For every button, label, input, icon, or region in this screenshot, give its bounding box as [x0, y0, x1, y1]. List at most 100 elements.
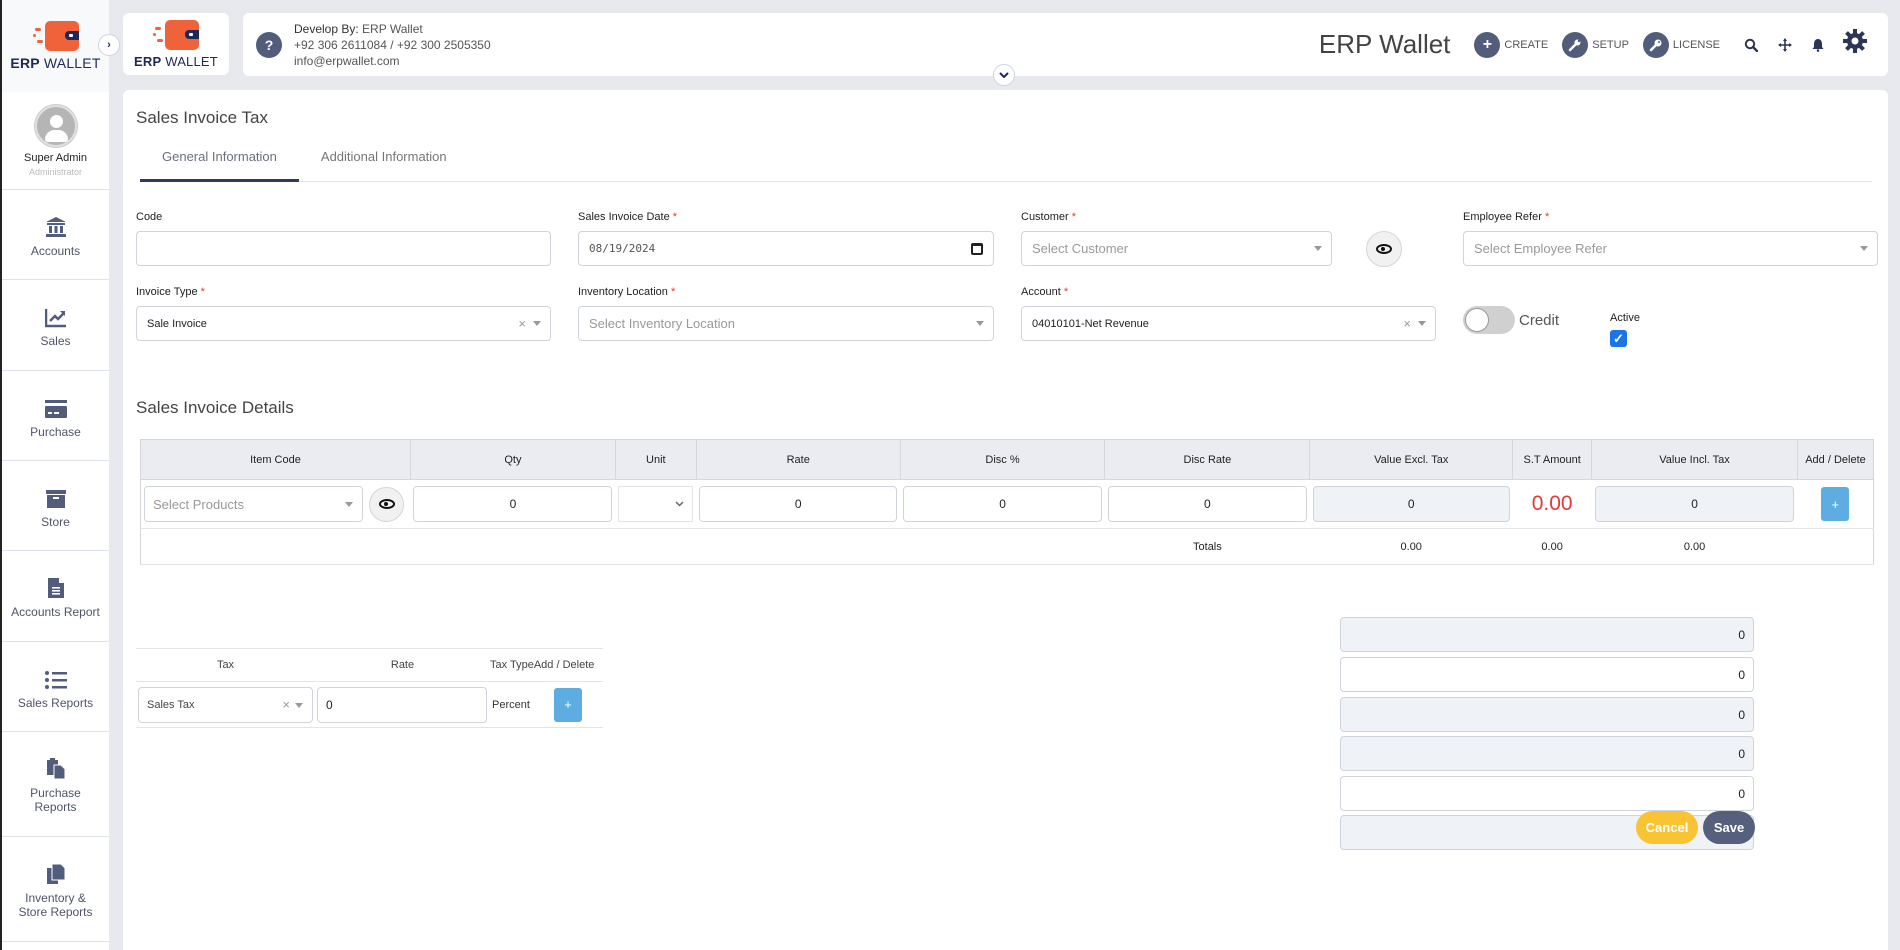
net-total-field: 0 — [1340, 736, 1754, 771]
clear-icon[interactable]: × — [1403, 316, 1411, 331]
logo-text: ERP WALLET — [10, 55, 101, 71]
clear-icon[interactable]: × — [282, 697, 290, 712]
sidebar-item-label: Sales — [40, 334, 71, 348]
view-product-button[interactable] — [369, 486, 404, 522]
tax-rate-input[interactable]: 0 — [317, 686, 487, 723]
value-incl-tax-field: 0 — [1594, 486, 1795, 522]
license-button[interactable]: LICENSE — [1642, 31, 1720, 58]
add-tax-button[interactable]: + — [554, 687, 582, 722]
table-row: Select Products 0 0 0 0 0 0.00 0 + — [140, 479, 1874, 529]
sidebar-item-inventory-store-reports[interactable]: Inventory & Store Reports — [2, 837, 109, 942]
add-row-button[interactable]: + — [1821, 487, 1850, 521]
column-header: Value Excl. Tax — [1309, 439, 1514, 480]
copy-icon — [46, 859, 66, 885]
account-select[interactable]: 04010101-Net Revenue × — [1021, 306, 1436, 341]
invoice-type-select[interactable]: Sale Invoice × — [136, 306, 551, 341]
active-checkbox[interactable]: ✓ — [1610, 330, 1627, 347]
gear-icon[interactable] — [1842, 28, 1868, 61]
column-header: Value Incl. Tax — [1591, 439, 1798, 480]
dropdown-arrow-icon — [1314, 246, 1322, 251]
user-profile[interactable]: Super Admin Administrator — [2, 92, 109, 190]
clear-icon[interactable]: × — [518, 316, 526, 331]
developer-email: info@erpwallet.com — [294, 53, 400, 68]
column-header: Tax — [136, 648, 315, 682]
sidebar-item-accounts[interactable]: Accounts — [2, 190, 109, 280]
move-arrows-icon[interactable] — [1778, 37, 1792, 52]
credit-label: Credit — [1519, 312, 1560, 329]
bell-icon[interactable] — [1812, 38, 1824, 52]
sidebar-item-label: Store — [41, 514, 70, 529]
form-tabs: General Information Additional Informati… — [140, 142, 1872, 182]
disc-percent-input[interactable]: 0 — [903, 486, 1102, 522]
view-customer-button[interactable] — [1366, 231, 1402, 267]
clipboard-icon — [46, 754, 66, 780]
value-excl-tax-field: 0 — [1312, 486, 1510, 522]
header-logo[interactable]: ERP WALLET — [123, 13, 229, 75]
top-bar: ? Develop By: ERP Wallet +92 306 2611084… — [243, 13, 1888, 76]
carriage-freight-input[interactable]: 0 — [1340, 657, 1754, 692]
customer-label: Customer * — [1021, 211, 1077, 223]
totals-row: Totals 0.00 0.00 0.00 — [140, 528, 1874, 565]
customer-select[interactable]: Select Customer — [1021, 231, 1332, 266]
create-button[interactable]: + CREATE — [1474, 31, 1548, 58]
disc-rate-input[interactable]: 0 — [1107, 486, 1307, 522]
tax-select[interactable]: Sales Tax × — [138, 686, 313, 723]
avatar — [34, 104, 77, 147]
search-icon[interactable] — [1744, 38, 1758, 52]
setup-button[interactable]: SETUP — [1562, 31, 1629, 58]
file-text-icon — [47, 573, 65, 599]
credit-toggle[interactable] — [1463, 306, 1515, 334]
dropdown-arrow-icon — [295, 702, 303, 708]
employee-refer-select[interactable]: Select Employee Refer — [1463, 231, 1878, 266]
amount-received-input[interactable]: 0 — [1340, 776, 1754, 811]
inventory-location-label: Inventory Location * — [578, 286, 676, 298]
column-header: Unit — [615, 439, 697, 480]
sidebar-item-sales[interactable]: Sales — [2, 280, 109, 371]
sidebar-item-purchase[interactable]: Purchase — [2, 371, 109, 461]
chevron-right-icon: › — [107, 39, 111, 51]
cancel-button[interactable]: Cancel — [1636, 811, 1698, 844]
save-button[interactable]: Save — [1703, 811, 1755, 844]
sidebar-item-accounts-report[interactable]: Accounts Report — [2, 551, 109, 642]
gross-amount-field: 0 — [1340, 617, 1754, 652]
invoice-date-input[interactable]: 08/19/2024 — [578, 231, 994, 266]
sidebar-toggle-button[interactable]: › — [98, 34, 120, 56]
calendar-icon[interactable] — [971, 243, 983, 255]
help-icon[interactable]: ? — [256, 31, 282, 58]
details-section-title: Sales Invoice Details — [136, 398, 294, 417]
tax-type-value: Percent — [490, 681, 552, 728]
chevron-down-icon — [675, 498, 684, 510]
unit-select[interactable] — [618, 486, 694, 522]
invoice-type-label: Invoice Type * — [136, 286, 205, 298]
header-collapse-button[interactable] — [993, 64, 1015, 86]
logo-text: ERP WALLET — [134, 53, 218, 69]
code-input[interactable] — [136, 231, 551, 266]
credit-card-icon — [44, 393, 68, 419]
column-header: Disc Rate — [1104, 439, 1311, 480]
sidebar-item-sales-reports[interactable]: Sales Reports — [2, 642, 109, 732]
sidebar-logo[interactable]: ERP WALLET — [2, 0, 109, 92]
qty-input[interactable]: 0 — [413, 486, 613, 522]
column-header: S.T Amount — [1512, 439, 1593, 480]
rate-input[interactable]: 0 — [699, 486, 898, 522]
sidebar-item-label: Sales Reports — [17, 695, 94, 710]
employee-refer-label: Employee Refer * — [1463, 211, 1550, 223]
plus-icon: + — [1474, 31, 1501, 58]
key-icon — [1642, 31, 1669, 58]
tab-general-information[interactable]: General Information — [140, 142, 299, 182]
user-name: Super Admin — [24, 151, 87, 164]
inventory-location-select[interactable]: Select Inventory Location — [578, 306, 994, 341]
sidebar-item-label: Purchase — [30, 424, 81, 439]
chevron-down-icon — [999, 70, 1009, 80]
column-header: Tax TypeAdd / Delete — [490, 648, 603, 682]
totals-value-excl: 0.00 — [1309, 528, 1513, 565]
sidebar-item-store[interactable]: Store — [2, 461, 109, 551]
product-select[interactable]: Select Products — [144, 486, 363, 522]
page-title: Sales Invoice Tax — [136, 108, 268, 127]
total-additional-tax-field: 0 — [1340, 697, 1754, 732]
tab-additional-information[interactable]: Additional Information — [299, 142, 469, 182]
totals-st-amount: 0.00 — [1512, 528, 1592, 565]
table-header-row: Tax Rate Tax TypeAdd / Delete — [136, 648, 603, 682]
dropdown-arrow-icon — [976, 321, 984, 326]
sidebar-item-purchase-reports[interactable]: Purchase Reports — [2, 732, 109, 837]
